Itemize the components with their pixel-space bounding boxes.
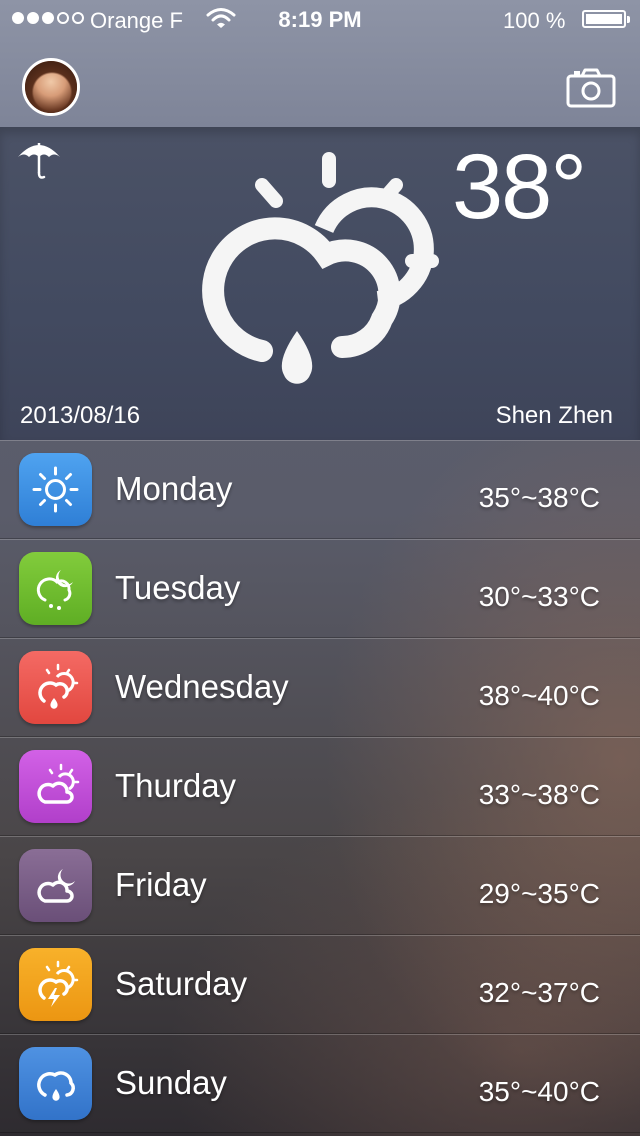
forecast-row-tuesday[interactable]: Tuesday 30°~33°C — [0, 539, 640, 638]
cloud-moon-rain-icon — [36, 570, 73, 610]
forecast-icon-tile — [19, 552, 92, 625]
forecast-row-friday[interactable]: Friday 29°~35°C — [0, 836, 640, 935]
forecast-range: 29°~35°C — [478, 878, 600, 909]
forecast-icon-tile — [19, 750, 92, 823]
forecast-row-wednesday[interactable]: Wednesday 38°~40°C — [0, 638, 640, 737]
forecast-icon-tile — [19, 849, 92, 922]
sun-cloud-icon — [37, 763, 80, 804]
forecast-icon-tile — [19, 453, 92, 526]
sun-cloud-thunder-icon — [38, 960, 79, 1007]
forecast-day: Saturday — [115, 965, 248, 1002]
forecast-range: 35°~38°C — [478, 482, 600, 513]
forecast-range: 33°~38°C — [478, 779, 600, 810]
forecast-day: Monday — [115, 470, 233, 507]
top-bar: Orange F 8:19 PM 100 % — [0, 0, 640, 127]
forecast-range: 35°~40°C — [478, 1076, 600, 1107]
forecast-row-saturday[interactable]: Saturday 32°~37°C — [0, 935, 640, 1034]
forecast-row-sunday[interactable]: Sunday 35°~40°C — [0, 1034, 640, 1133]
status-bar: Orange F 8:19 PM 100 % — [0, 0, 640, 40]
umbrella-icon[interactable] — [16, 139, 62, 181]
forecast-range: 38°~40°C — [478, 680, 600, 711]
camera-icon[interactable] — [566, 68, 616, 108]
current-weather-panel: 38° 2013/08/16 Shen Zhen — [0, 127, 640, 440]
current-city[interactable]: Shen Zhen — [496, 402, 613, 430]
user-avatar[interactable] — [22, 58, 80, 116]
forecast-day: Wednesday — [115, 668, 289, 705]
cloud-rain-icon — [37, 1071, 75, 1101]
cloud-moon-icon — [37, 869, 75, 903]
forecast-row-thursday[interactable]: Thurday 33°~38°C — [0, 737, 640, 836]
forecast-day: Friday — [115, 866, 207, 903]
battery-percentage: 100 % — [503, 8, 566, 33]
forecast-row-monday[interactable]: Monday 35°~38°C — [0, 440, 640, 539]
forecast-list: Monday 35°~38°C Tuesday 30°~33°C Wednesd… — [0, 440, 640, 1133]
forecast-day: Thurday — [115, 767, 237, 804]
forecast-icon-tile — [19, 1047, 92, 1120]
forecast-range: 30°~33°C — [478, 581, 600, 612]
current-temperature: 38° — [452, 136, 587, 238]
sun-cloud-rain-icon — [202, 152, 439, 384]
current-date: 2013/08/16 — [20, 402, 141, 429]
forecast-day: Tuesday — [115, 569, 241, 606]
forecast-icon-tile — [19, 948, 92, 1021]
forecast-range: 32°~37°C — [478, 977, 600, 1008]
forecast-icon-tile — [19, 651, 92, 724]
sun-cloud-rain-icon — [38, 663, 79, 709]
battery-icon — [582, 10, 630, 28]
forecast-day: Sunday — [115, 1064, 227, 1101]
sun-icon — [32, 466, 79, 513]
